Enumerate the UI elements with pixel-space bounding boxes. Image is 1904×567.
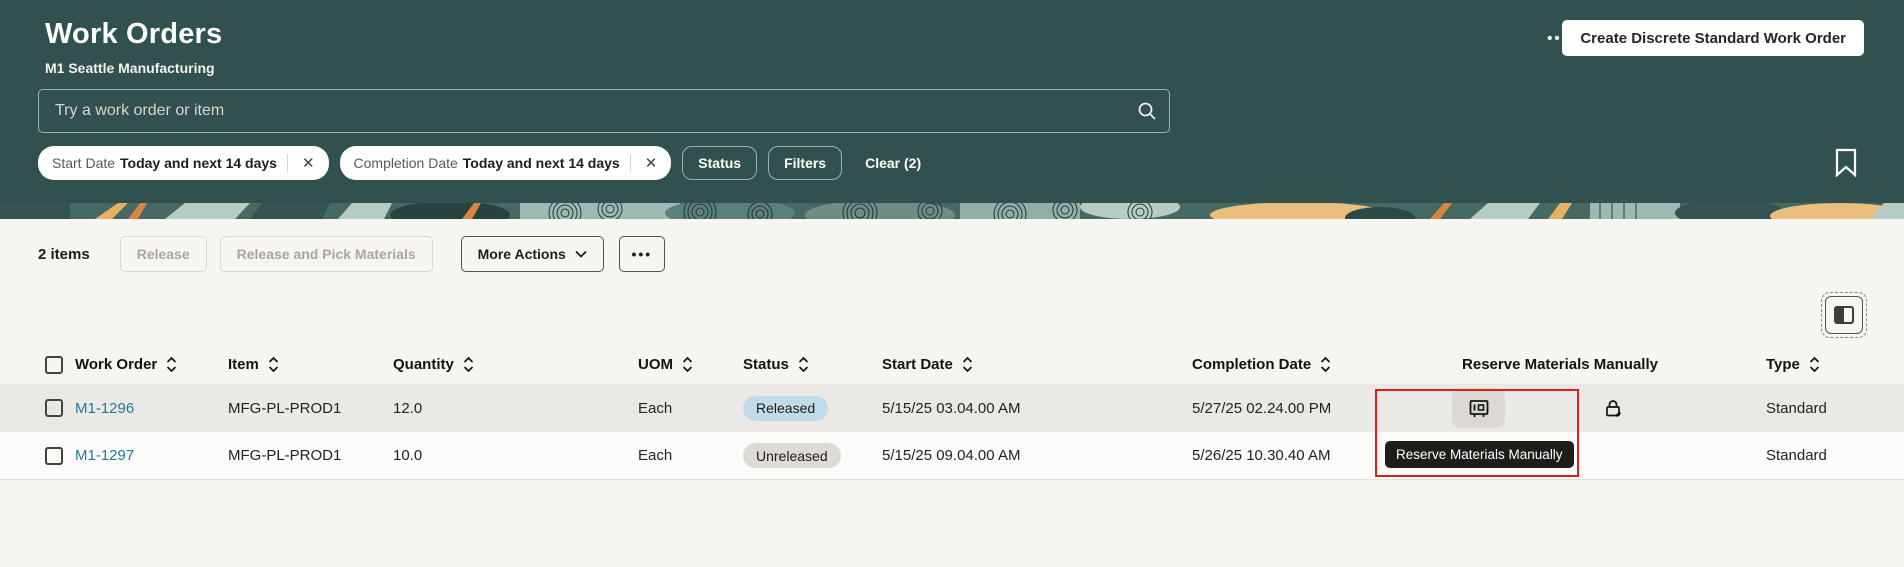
status-badge: Released [743,395,829,421]
reserve-materials-manually-button[interactable] [1452,388,1505,428]
split-panel-icon [1834,306,1854,324]
reserve-safe-icon [1469,399,1488,417]
select-all-checkbox[interactable] [45,345,63,384]
chip-value: Today and next 14 days [462,155,620,171]
chip-value: Today and next 14 days [120,155,277,171]
column-header-status[interactable]: Status [743,345,809,384]
close-icon[interactable]: ✕ [296,154,321,172]
release-button[interactable]: Release [119,236,207,272]
quantity-cell: 10.0 [393,447,423,464]
uom-cell: Each [638,399,673,417]
page-title: Work Orders [45,18,223,50]
table-row: M1-1297 MFG-PL-PROD1 10.0 Each Unrelease… [0,432,1904,480]
work-order-link[interactable]: M1-1296 [75,400,134,417]
panel-toggle-focus-ring [1821,292,1867,338]
sort-icon[interactable] [463,356,474,373]
sort-icon[interactable] [682,356,693,373]
table-row: M1-1296 MFG-PL-PROD1 12.0 Each Released … [0,384,1904,432]
chip-divider [286,154,288,172]
column-header-completion-date[interactable]: Completion Date [1192,345,1331,384]
item-cell: MFG-PL-PROD1 [228,447,342,464]
chip-divider [629,154,631,172]
sort-icon[interactable] [1809,356,1820,373]
uom-cell: Each [638,447,673,464]
clear-filters-link[interactable]: Clear (2) [865,155,921,171]
chip-label: Start Date [52,155,116,171]
sort-icon[interactable] [268,356,279,373]
item-cell: MFG-PL-PROD1 [228,399,342,417]
release-and-pick-materials-button[interactable]: Release and Pick Materials [219,236,433,272]
row-checkbox[interactable] [45,384,63,432]
filters-button[interactable]: Filters [768,146,843,180]
search-box [38,89,1170,133]
completion-date-cell: 5/27/25 02.24.00 PM [1192,399,1332,417]
type-cell: Standard [1766,399,1827,417]
bookmark-icon[interactable] [1834,148,1860,178]
filter-chip-start-date[interactable]: Start Date Today and next 14 days ✕ [38,146,329,180]
column-header-type[interactable]: Type [1766,345,1820,384]
toolbar-overflow-menu-button[interactable]: ••• [618,236,665,272]
items-count: 2 items [38,245,90,263]
table-header-row: Work Order Item Quantity UOM Status Star… [0,345,1904,384]
start-date-cell: 5/15/25 03.04.00 AM [882,399,1021,417]
organization-subtitle: M1 Seattle Manufacturing [45,60,215,76]
filter-chip-completion-date[interactable]: Completion Date Today and next 14 days ✕ [339,146,672,180]
filter-chips-row: Start Date Today and next 14 days ✕ Comp… [38,146,921,180]
split-view-toggle-button[interactable] [1825,296,1863,334]
work-orders-table: Work Order Item Quantity UOM Status Star… [0,345,1904,480]
work-order-link[interactable]: M1-1297 [75,447,134,464]
column-header-uom[interactable]: UOM [638,345,693,384]
status-filter-button[interactable]: Status [682,146,758,180]
create-work-order-button[interactable]: Create Discrete Standard Work Order [1562,20,1864,56]
more-actions-button[interactable]: More Actions [460,236,604,272]
column-header-start-date[interactable]: Start Date [882,345,973,384]
more-actions-label: More Actions [477,246,566,262]
sort-icon[interactable] [798,356,809,373]
table-toolbar: 2 items Release Release and Pick Materia… [38,236,665,272]
ellipsis-icon: ••• [631,246,653,262]
close-icon[interactable]: ✕ [639,154,664,172]
sort-icon[interactable] [166,356,177,373]
search-input[interactable] [39,90,1125,132]
row-checkbox[interactable] [45,432,63,479]
column-header-work-order[interactable]: Work Order [75,345,177,384]
search-icon[interactable] [1125,90,1169,132]
quantity-cell: 12.0 [393,399,423,417]
type-cell: Standard [1766,447,1827,464]
reserve-materials-tooltip: Reserve Materials Manually [1385,441,1574,468]
chevron-down-icon [575,250,587,258]
completion-date-cell: 5/26/25 10.30.40 AM [1192,447,1331,464]
column-header-quantity[interactable]: Quantity [393,345,474,384]
status-badge: Unreleased [743,443,841,468]
chip-label: Completion Date [353,155,458,171]
sort-icon[interactable] [962,356,973,373]
start-date-cell: 5/15/25 09.04.00 AM [882,447,1021,464]
column-header-reserve-materials-manually: Reserve Materials Manually [1462,356,1658,373]
work-orders-page: Work Orders M1 Seattle Manufacturing •••… [0,0,1904,567]
decorative-pattern-band [0,203,1904,219]
column-header-item[interactable]: Item [228,345,279,384]
lock-edit-icon[interactable] [1604,384,1622,432]
sort-icon[interactable] [1320,356,1331,373]
page-header: Work Orders M1 Seattle Manufacturing •••… [0,0,1904,203]
